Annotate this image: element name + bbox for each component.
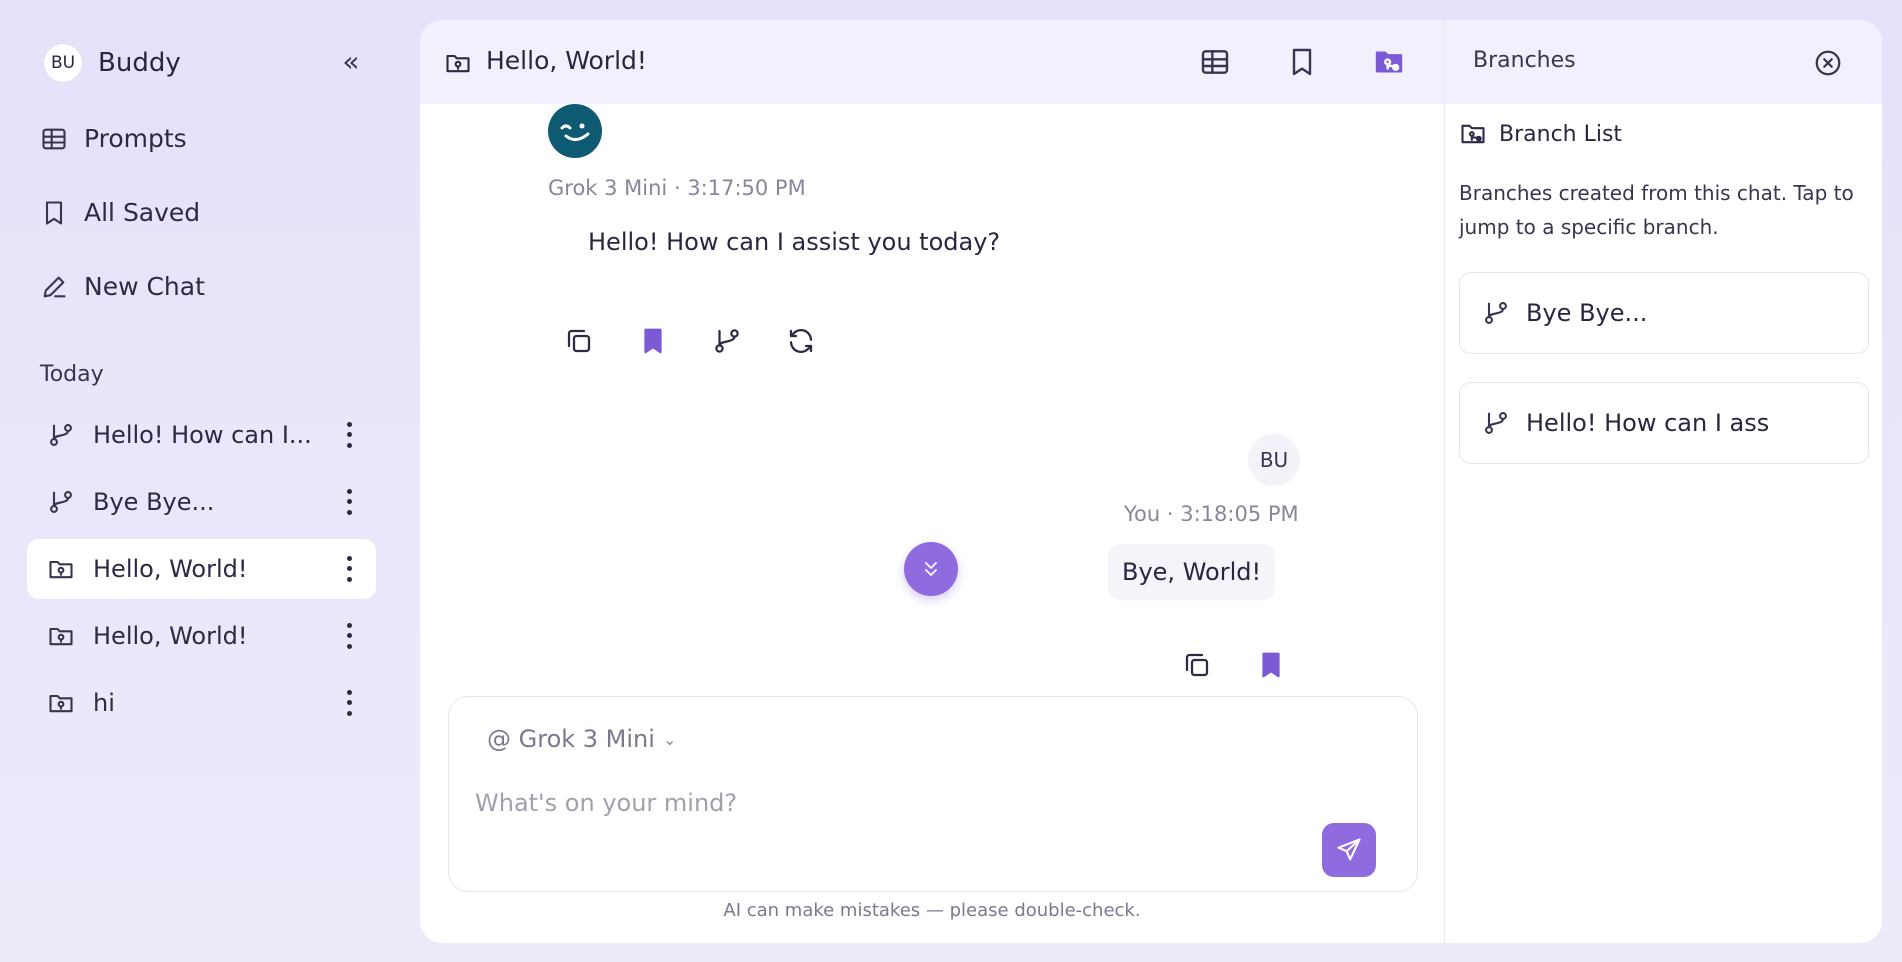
user-avatar: BU bbox=[1248, 434, 1300, 486]
user-message-text: Bye, World! bbox=[1108, 544, 1276, 600]
nav-all-saved[interactable]: All Saved bbox=[40, 198, 200, 227]
table-icon bbox=[40, 125, 68, 153]
user-message-meta: You · 3:18:05 PM bbox=[1124, 502, 1299, 526]
chat-item[interactable]: Bye Bye... bbox=[27, 472, 376, 532]
branch-item[interactable]: Bye Bye... bbox=[1459, 272, 1869, 354]
section-label-today: Today bbox=[40, 362, 104, 387]
close-button[interactable] bbox=[1813, 48, 1843, 78]
sidebar: BU Buddy « Prompts All Saved New Chat To… bbox=[0, 0, 420, 962]
branches-panel: Branches Branch List Branches created fr… bbox=[1444, 20, 1882, 943]
chat-item-label: Hello, World! bbox=[93, 555, 248, 583]
branch-icon bbox=[47, 488, 75, 516]
copy-button[interactable] bbox=[1182, 650, 1212, 680]
chevrons-down-icon bbox=[919, 557, 943, 581]
saved-button[interactable] bbox=[1286, 46, 1318, 78]
folder-icon bbox=[47, 555, 75, 583]
branch-button[interactable] bbox=[712, 326, 742, 356]
scroll-to-bottom-button[interactable] bbox=[904, 542, 958, 596]
chat-header: Hello, World! bbox=[420, 20, 1444, 104]
nav-label: New Chat bbox=[84, 272, 205, 301]
more-options-icon[interactable] bbox=[346, 687, 352, 719]
more-options-icon[interactable] bbox=[346, 486, 352, 518]
chat-item[interactable]: hi bbox=[27, 673, 376, 733]
branches-title: Branches bbox=[1473, 48, 1576, 73]
branch-list-title: Branch List bbox=[1499, 121, 1623, 147]
chat-item-label: hi bbox=[93, 689, 115, 717]
more-options-icon[interactable] bbox=[346, 553, 352, 585]
user-name: Buddy bbox=[98, 48, 181, 78]
table-view-button[interactable] bbox=[1199, 46, 1231, 78]
more-options-icon[interactable] bbox=[346, 620, 352, 652]
nav-new-chat[interactable]: New Chat bbox=[40, 272, 205, 301]
branch-icon bbox=[1482, 299, 1510, 327]
branch-item-label: Hello! How can I ass bbox=[1526, 409, 1770, 437]
branch-list-heading: Branch List bbox=[1459, 120, 1622, 148]
chevron-down-icon: ⌄ bbox=[662, 729, 677, 749]
message-input[interactable] bbox=[475, 783, 1275, 823]
branches-header: Branches bbox=[1445, 20, 1882, 104]
send-button[interactable] bbox=[1322, 823, 1376, 877]
branch-item[interactable]: Hello! How can I ass bbox=[1459, 382, 1869, 464]
page-title: Hello, World! bbox=[486, 46, 647, 75]
bookmark-button[interactable] bbox=[638, 326, 668, 356]
nav-label: Prompts bbox=[84, 124, 187, 153]
folder-icon bbox=[444, 49, 472, 77]
chat-item[interactable]: Hello, World! bbox=[27, 606, 376, 666]
chat-item-active[interactable]: Hello, World! bbox=[27, 539, 376, 599]
message-list: Grok 3 Mini · 3:17:50 PM Hello! How can … bbox=[420, 104, 1444, 704]
regenerate-button[interactable] bbox=[786, 326, 816, 356]
branch-list-description: Branches created from this chat. Tap to … bbox=[1459, 181, 1854, 239]
chat-item-label: Bye Bye... bbox=[93, 488, 215, 516]
model-selector[interactable]: @ Grok 3 Mini ⌄ bbox=[487, 725, 676, 753]
folder-icon bbox=[47, 689, 75, 717]
nav-prompts[interactable]: Prompts bbox=[40, 124, 187, 153]
branch-item-label: Bye Bye... bbox=[1526, 299, 1648, 327]
copy-button[interactable] bbox=[564, 326, 594, 356]
bot-message-text: Hello! How can I assist you today? bbox=[588, 228, 1001, 256]
model-selector-label: @ Grok 3 Mini bbox=[487, 725, 655, 753]
user-profile[interactable]: BU Buddy bbox=[44, 44, 181, 82]
pencil-icon bbox=[40, 273, 68, 301]
nav-label: All Saved bbox=[84, 198, 201, 227]
send-icon bbox=[1335, 836, 1363, 864]
chat-item-label: Hello! How can I... bbox=[93, 421, 312, 449]
bot-message-meta: Grok 3 Mini · 3:17:50 PM bbox=[548, 176, 806, 200]
chat-item[interactable]: Hello! How can I... bbox=[27, 405, 376, 465]
bookmark-button[interactable] bbox=[1256, 650, 1286, 680]
folder-branch-icon bbox=[1459, 120, 1487, 148]
collapse-sidebar-button[interactable]: « bbox=[336, 48, 366, 78]
branch-icon bbox=[1482, 409, 1510, 437]
avatar: BU bbox=[44, 44, 82, 82]
branches-toggle-button[interactable] bbox=[1373, 46, 1405, 78]
branch-icon bbox=[47, 421, 75, 449]
chat-window: Hello, World! Grok 3 Mini · 3:17:50 PM H… bbox=[420, 20, 1882, 943]
more-options-icon[interactable] bbox=[346, 419, 352, 451]
folder-icon bbox=[47, 622, 75, 650]
chat-item-label: Hello, World! bbox=[93, 622, 248, 650]
disclaimer: AI can make mistakes — please double-che… bbox=[723, 900, 1141, 921]
message-composer: @ Grok 3 Mini ⌄ bbox=[448, 696, 1418, 892]
bookmark-icon bbox=[40, 199, 68, 227]
bot-avatar bbox=[548, 104, 602, 158]
